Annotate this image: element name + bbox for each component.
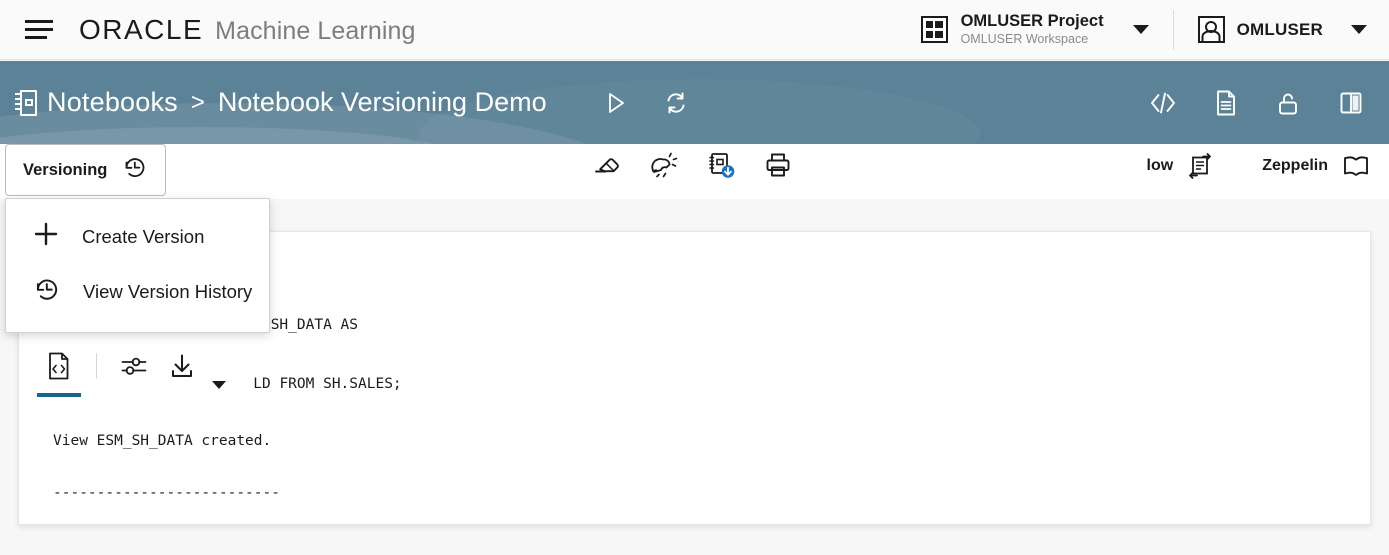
open-book-icon[interactable]: [1341, 153, 1371, 179]
document-icon[interactable]: [1213, 89, 1239, 117]
create-version-label: Create Version: [82, 225, 205, 247]
user-menu[interactable]: OMLUSER: [1180, 16, 1389, 43]
view-version-history-label: View Version History: [83, 281, 253, 302]
breadcrumb: Notebooks > Notebook Versioning Demo: [15, 87, 547, 118]
output-line: View ESM_SH_DATA created.: [53, 433, 272, 449]
printer-icon[interactable]: [763, 151, 793, 179]
paragraph-output-tabs: [35, 342, 226, 397]
play-icon[interactable]: [602, 90, 628, 116]
project-texts: OMLUSER Project OMLUSER Workspace: [961, 12, 1104, 46]
swap-interpreter-icon[interactable]: [1186, 152, 1214, 180]
top-bar-right-group: OMLUSER Project OMLUSER Workspace OMLUSE…: [920, 0, 1389, 59]
header-actions: [602, 89, 690, 117]
output-download-tab[interactable]: [158, 342, 206, 390]
code-brackets-icon[interactable]: [1148, 90, 1178, 116]
versioning-button-label: Versioning: [23, 160, 108, 179]
breadcrumb-notebooks-link[interactable]: Notebooks: [47, 87, 178, 118]
engine-label: Zeppelin: [1262, 157, 1328, 174]
unlock-icon[interactable]: [1274, 89, 1302, 117]
sparkle-eraser-icon[interactable]: [649, 151, 679, 179]
eraser-icon[interactable]: [592, 151, 622, 179]
hamburger-menu-icon[interactable]: [25, 18, 55, 42]
split-panel-icon[interactable]: [1337, 90, 1365, 116]
clock-history-icon: [32, 275, 61, 309]
refresh-icon[interactable]: [662, 89, 690, 117]
output-tabs-divider: [96, 353, 97, 379]
create-version-menu-item[interactable]: Create Version: [6, 209, 269, 264]
output-line: --------------------------: [53, 485, 280, 501]
notebook-header-bar: Notebooks > Notebook Versioning Demo: [0, 61, 1389, 144]
user-name: OMLUSER: [1236, 19, 1323, 39]
hamburger-line: [25, 36, 47, 39]
project-selector[interactable]: OMLUSER Project OMLUSER Workspace: [920, 12, 1167, 46]
global-top-bar: ORACLE Machine Learning OMLUSER Project …: [0, 0, 1389, 60]
output-settings-tab[interactable]: [110, 342, 158, 390]
page-title: Notebook Versioning Demo: [217, 87, 547, 117]
versioning-button[interactable]: Versioning: [5, 144, 167, 196]
top-bar-divider: [1172, 9, 1174, 50]
toolbar-center-actions: [592, 150, 793, 180]
product-name: Machine Learning: [215, 16, 416, 45]
clock-history-icon: [121, 154, 148, 186]
header-right-actions: [1148, 89, 1365, 117]
chevron-down-icon[interactable]: [1132, 25, 1149, 34]
hamburger-line: [25, 20, 53, 23]
hamburger-line: [25, 28, 53, 31]
oracle-wordmark: ORACLE: [79, 13, 204, 45]
versioning-dropdown-menu: Create Version View Version History: [5, 198, 270, 333]
code-line-text: LD FROM SH.SALES;: [253, 375, 402, 392]
interpreter-label: low: [1146, 157, 1174, 174]
app-root: ORACLE Machine Learning OMLUSER Project …: [0, 0, 1389, 555]
breadcrumb-separator: >: [190, 88, 205, 116]
notebook-download-icon[interactable]: [706, 150, 736, 180]
plus-icon: [32, 220, 60, 253]
code-line-text: SH_DATA AS: [270, 317, 359, 333]
toolbar-right-actions: low Zeppelin: [1147, 152, 1371, 180]
project-name: OMLUSER Project: [960, 12, 1104, 31]
brand-logo: ORACLE Machine Learning: [79, 14, 416, 46]
grid-icon: [920, 16, 948, 43]
code-line: SELECT TIME_ID, AMOUNT_SOLD FROM SH.SALE…: [35, 375, 1355, 395]
paragraph-output-text: View ESM_SH_DATA created. --------------…: [53, 428, 280, 506]
notebook-icon: [15, 89, 37, 116]
chevron-down-icon[interactable]: [212, 381, 226, 389]
user-avatar-icon: [1197, 16, 1225, 43]
output-code-tab[interactable]: [35, 342, 83, 397]
view-version-history-menu-item[interactable]: View Version History: [6, 264, 269, 320]
chevron-down-icon[interactable]: [1351, 25, 1367, 34]
workspace-name: OMLUSER Workspace: [960, 31, 1089, 46]
